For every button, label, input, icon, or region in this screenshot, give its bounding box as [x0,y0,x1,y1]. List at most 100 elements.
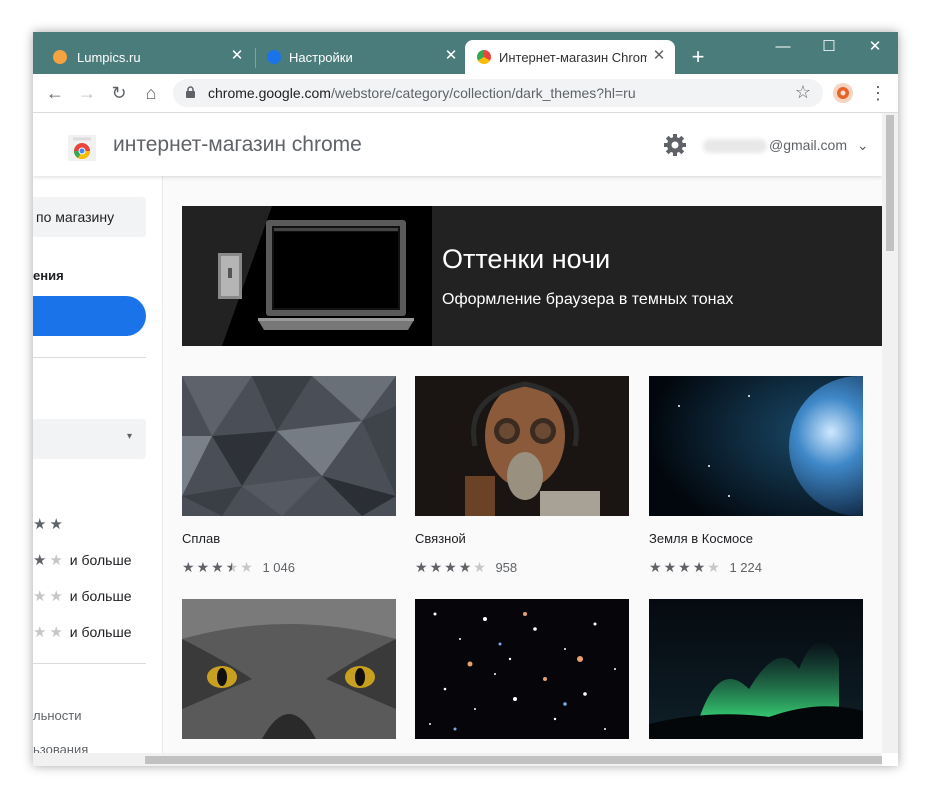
gear-icon[interactable] [663,133,687,157]
star-icon: ★ [196,559,210,575]
theme-thumbnail[interactable] [182,599,396,739]
rating-filter-row[interactable]: ★ ★ и больше [33,623,131,641]
orange-favicon-icon [53,50,67,64]
star-icon: ★ [692,559,706,575]
chevron-down-icon: ⌄ [856,137,869,153]
sidebar-link[interactable]: ьзования [33,742,88,753]
close-tab-icon[interactable]: ✕ [229,47,245,65]
scrollbar-thumb[interactable] [145,756,882,764]
theme-thumbnail[interactable] [415,376,629,516]
star-icon: ★ [33,552,47,569]
url-path: /webstore/category/collection/dark_theme… [330,85,636,101]
sidebar-link[interactable]: льности [33,708,81,723]
star-icon: ★ [211,559,224,575]
tab-webstore[interactable]: Интернет-магазин Chrome ✕ [465,40,675,74]
tab-title: Lumpics.ru [77,50,141,65]
chevron-down-icon: ▾ [126,431,132,442]
close-tab-icon[interactable]: ✕ [651,47,667,65]
category-select[interactable]: ▾ [33,419,146,459]
rating-count: 958 [495,560,518,575]
home-button[interactable]: ⌂ [139,81,163,105]
browser-menu-button[interactable]: ⋮ [869,81,887,105]
star-icon: ★ [49,552,63,569]
star-icon: ★ [33,516,47,533]
banner-subtitle: Оформление браузера в темных тонах [442,291,734,308]
star-icon: ★ [707,559,720,575]
star-icon: ★ [429,559,443,575]
browser-window: Lumpics.ru ✕ Настройки ✕ Интернет-магази… [33,32,898,766]
theme-thumbnail[interactable] [649,376,863,516]
rating-filter-row[interactable]: ★ ★ и больше [33,587,131,605]
star-icon: ★ [240,559,253,575]
forward-button[interactable]: → [75,81,99,105]
star-icon: ★ [49,624,63,641]
bookmark-star-icon[interactable]: ☆ [795,82,811,103]
star-icon: ★ [49,516,63,533]
collection-banner[interactable]: Оттенки ночи Оформление браузера в темны… [182,206,882,346]
tab-strip: Lumpics.ru ✕ Настройки ✕ Интернет-магази… [33,32,898,74]
star-icon: ★ [33,624,47,641]
tab-title: Интернет-магазин Chrome [499,50,647,65]
star-icon: ★ [444,559,457,575]
half-star-icon: ★ [225,559,239,575]
url-text: chrome.google.com/webstore/category/coll… [208,85,636,101]
banner-title: Оттенки ночи [442,244,611,274]
laptop-illustration [218,206,432,346]
page-content: интернет-магазин chrome @gmail.com ⌄ по … [33,113,882,753]
vertical-scrollbar[interactable] [882,113,898,753]
sidebar: по магазину ения ▾ ★ ★ ★ ★ и больше ★ ★ и б… [33,176,163,753]
webstore-logo-icon[interactable] [68,133,96,161]
star-icon: ★ [649,559,662,575]
search-store-input[interactable]: по магазину [33,197,146,237]
account-email: @gmail.com [769,137,848,153]
theme-rating: ★ ★ ★ ★ ★ 958 [415,559,517,576]
theme-title[interactable]: Сплав [182,531,220,546]
scrollbar-thumb[interactable] [886,115,894,251]
account-name-redacted [703,139,767,154]
rating-filter-label: и больше [69,552,132,568]
theme-thumbnail[interactable] [415,599,629,739]
tab-separator [255,48,256,68]
sidebar-divider [33,357,146,358]
rating-filter-label: и больше [69,624,132,640]
reload-button[interactable]: ↻ [107,81,131,105]
rating-count: 1 224 [729,560,762,575]
star-icon: ★ [678,559,691,575]
maximize-button[interactable]: ☐ [806,32,852,62]
minimize-button[interactable]: — [760,32,806,62]
extension-icon[interactable] [833,83,853,103]
account-menu[interactable]: @gmail.com ⌄ [703,137,869,154]
address-bar[interactable]: chrome.google.com/webstore/category/coll… [173,79,823,107]
gear-favicon-icon [267,50,281,64]
star-icon: ★ [473,559,486,575]
tab-settings[interactable]: Настройки ✕ [257,40,463,74]
rating-filter-row[interactable]: ★ ★ [33,515,66,533]
star-icon: ★ [663,559,677,575]
theme-thumbnail[interactable] [182,376,396,516]
close-tab-icon[interactable]: ✕ [443,47,459,65]
tab-lumpics[interactable]: Lumpics.ru ✕ [33,40,253,74]
sidebar-divider [33,663,146,664]
theme-thumbnail[interactable] [649,599,863,739]
sidebar-active-item[interactable] [33,296,146,336]
browser-toolbar: ← → ↻ ⌂ chrome.google.com/webstore/categ… [33,74,898,113]
star-icon: ★ [182,559,195,575]
new-tab-button[interactable]: + [687,46,709,69]
url-host: chrome.google.com [208,85,331,101]
theme-title[interactable]: Земля в Космосе [649,531,753,546]
star-icon: ★ [49,588,63,605]
lock-icon[interactable] [185,86,196,98]
main-area: Оттенки ночи Оформление браузера в темны… [163,176,882,753]
theme-title[interactable]: Связной [415,531,466,546]
theme-rating: ★ ★ ★ ★ ★ 1 224 [649,559,762,576]
horizontal-scrollbar[interactable] [33,753,882,766]
close-window-button[interactable]: ✕ [852,32,898,62]
star-icon: ★ [33,588,47,605]
store-title[interactable]: интернет-магазин chrome [113,133,362,157]
rating-filter-label: и больше [69,588,132,604]
rating-count: 1 046 [262,560,295,575]
rating-filter-row[interactable]: ★ ★ и больше [33,551,131,569]
back-button[interactable]: ← [43,81,67,105]
star-icon: ★ [415,559,428,575]
tab-title: Настройки [289,50,353,65]
